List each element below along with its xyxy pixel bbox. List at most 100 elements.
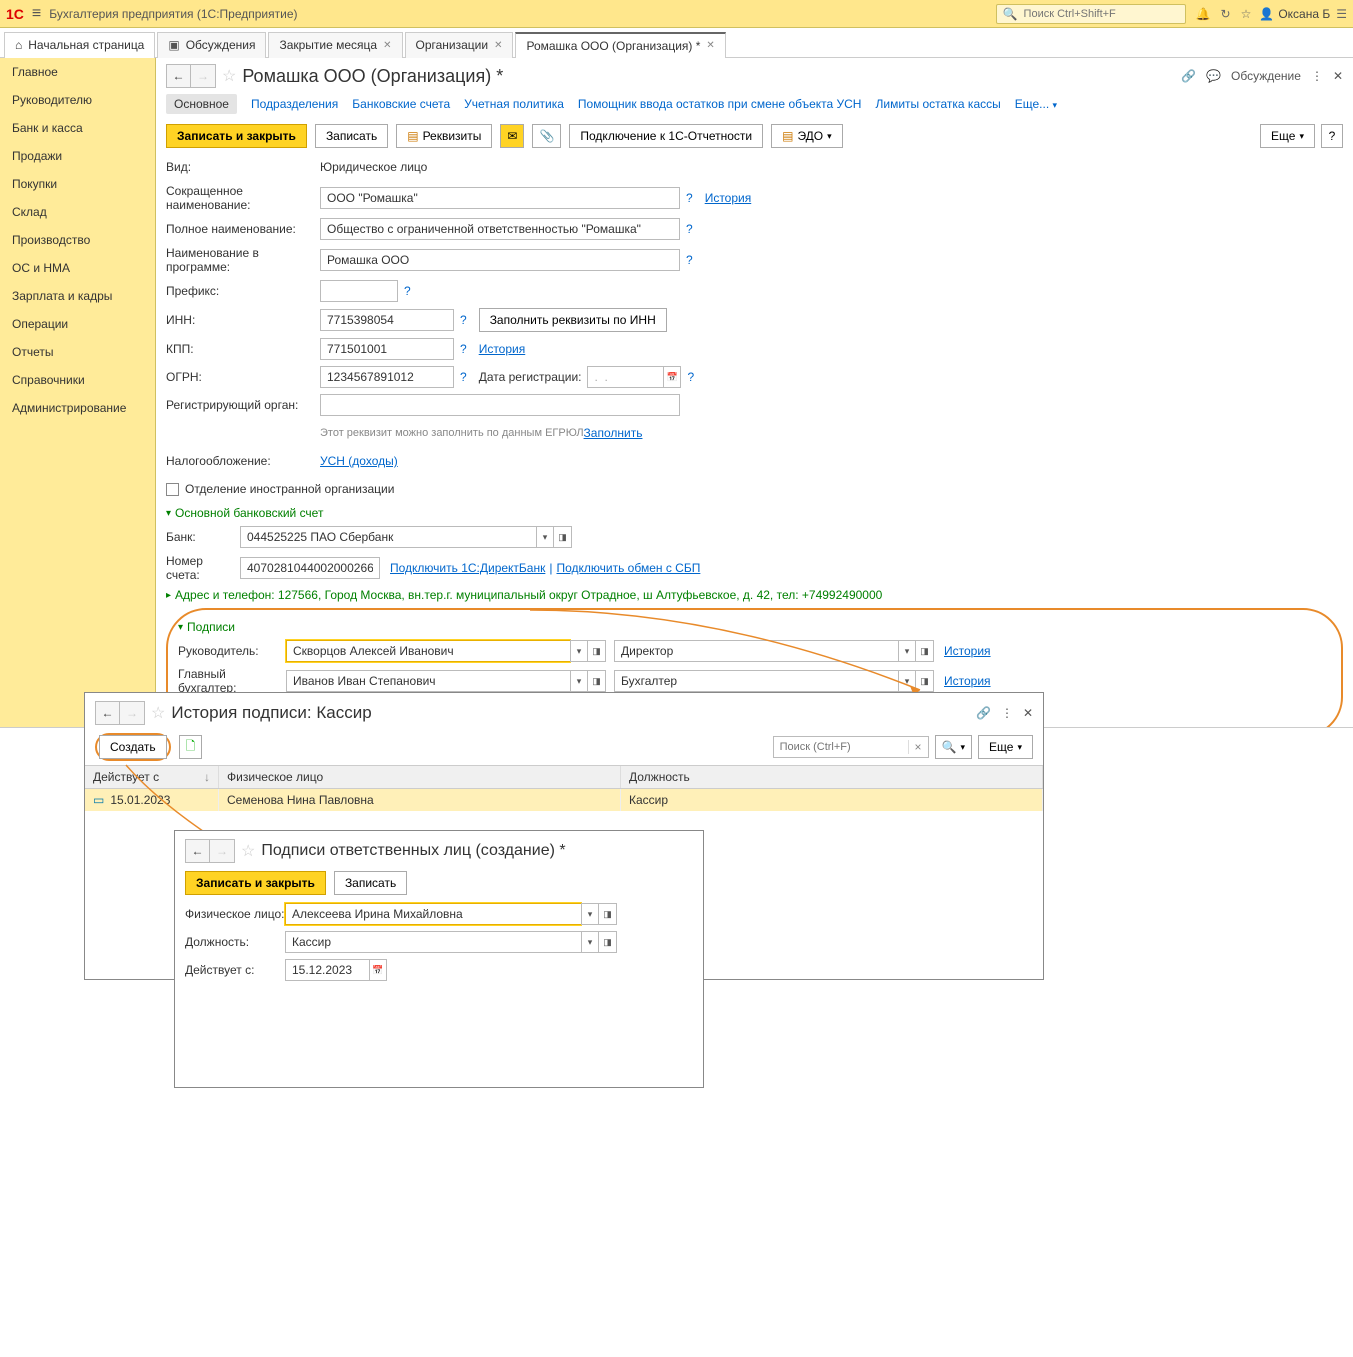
bell-icon[interactable]: 🔔 <box>1196 7 1211 21</box>
history-icon[interactable]: ↻ <box>1221 7 1231 21</box>
favorite-icon[interactable]: ☆ <box>222 66 236 86</box>
global-search-input[interactable] <box>1022 7 1179 21</box>
full-name-input[interactable] <box>320 218 680 240</box>
sidebar-item-reports[interactable]: Отчеты <box>0 338 155 366</box>
create-button[interactable]: Создать <box>99 735 167 759</box>
refresh-button[interactable]: 🗋 <box>179 735 203 759</box>
chevron-down-icon[interactable]: ▾ <box>581 903 599 925</box>
inn-input[interactable] <box>320 309 454 331</box>
forward-button[interactable]: → <box>120 702 144 724</box>
signs-section-header[interactable]: Подписи <box>178 620 1331 634</box>
forward-button[interactable]: → <box>210 840 234 862</box>
clear-icon[interactable]: × <box>908 740 928 754</box>
user-menu[interactable]: 👤 Оксана Б <box>1259 7 1330 21</box>
history-link[interactable]: История <box>479 342 526 356</box>
global-search[interactable]: 🔍 <box>996 4 1186 24</box>
sidebar-item-sales[interactable]: Продажи <box>0 142 155 170</box>
more-button[interactable]: Еще ▾ <box>1260 124 1315 148</box>
chevron-down-icon[interactable]: ▾ <box>581 931 599 953</box>
foreign-checkbox[interactable] <box>166 483 179 496</box>
history-link[interactable]: История <box>944 674 991 688</box>
calendar-icon[interactable]: 📅 <box>663 366 681 388</box>
help-icon[interactable]: ? <box>404 284 411 298</box>
kebab-icon[interactable]: ⋮ <box>1001 706 1013 720</box>
regdate-input[interactable] <box>587 366 663 388</box>
save-button[interactable]: Записать <box>334 871 407 895</box>
open-icon[interactable]: ◨ <box>599 931 617 953</box>
col-fio[interactable]: Физическое лицо <box>219 766 621 788</box>
history-link[interactable]: История <box>705 191 752 205</box>
forward-button[interactable]: → <box>191 65 215 87</box>
prog-name-input[interactable] <box>320 249 680 271</box>
help-icon[interactable]: ? <box>460 342 467 356</box>
sidebar-item-main[interactable]: Главное <box>0 58 155 86</box>
more-button[interactable]: Еще ▾ <box>978 735 1033 759</box>
address-section-header[interactable]: Адрес и телефон: 127566, Город Москва, в… <box>166 588 1343 602</box>
chevron-down-icon[interactable]: ▾ <box>898 670 916 692</box>
subtab-bank[interactable]: Банковские счета <box>352 97 450 111</box>
directbank-link[interactable]: Подключить 1С:ДиректБанк <box>390 561 545 575</box>
subtab-units[interactable]: Подразделения <box>251 97 338 111</box>
back-button[interactable]: ← <box>96 702 120 724</box>
attach-button[interactable]: 📎 <box>532 124 561 148</box>
rekvizity-button[interactable]: ▤Реквизиты <box>396 124 492 148</box>
mail-button[interactable]: ✉ <box>500 124 524 148</box>
discuss-link[interactable]: Обсуждение <box>1231 69 1301 83</box>
date-input[interactable] <box>285 959 369 981</box>
star-icon[interactable]: ☆ <box>1241 7 1252 21</box>
sidebar-item-purchases[interactable]: Покупки <box>0 170 155 198</box>
fill-inn-button[interactable]: Заполнить реквизиты по ИНН <box>479 308 667 332</box>
back-button[interactable]: ← <box>167 65 191 87</box>
help-icon[interactable]: ? <box>460 370 467 384</box>
short-name-input[interactable] <box>320 187 680 209</box>
fill-link[interactable]: Заполнить <box>584 426 643 440</box>
acc-input[interactable] <box>286 670 570 692</box>
chevron-down-icon[interactable]: ▾ <box>898 640 916 662</box>
sidebar-item-manager[interactable]: Руководителю <box>0 86 155 114</box>
head-pos-input[interactable] <box>614 640 898 662</box>
link-icon[interactable]: 🔗 <box>1181 69 1196 83</box>
close-icon[interactable]: ✕ <box>383 40 391 51</box>
help-icon[interactable]: ? <box>686 253 693 267</box>
table-row[interactable]: ▭15.01.2023 Семенова Нина Павловна Касси… <box>85 789 1043 811</box>
help-button[interactable]: ? <box>1321 124 1343 148</box>
open-icon[interactable]: ◨ <box>916 640 934 662</box>
close-icon[interactable]: ✕ <box>494 40 502 51</box>
open-icon[interactable]: ◨ <box>916 670 934 692</box>
kpp-input[interactable] <box>320 338 454 360</box>
bank-input[interactable] <box>240 526 536 548</box>
tab-current-org[interactable]: Ромашка ООО (Организация) * ✕ <box>515 32 725 58</box>
sidebar-item-production[interactable]: Производство <box>0 226 155 254</box>
kebab-icon[interactable]: ⋮ <box>1311 69 1323 83</box>
sidebar-item-os[interactable]: ОС и НМА <box>0 254 155 282</box>
chevron-down-icon[interactable]: ▾ <box>570 670 588 692</box>
sidebar-item-salary[interactable]: Зарплата и кадры <box>0 282 155 310</box>
col-pos[interactable]: Должность <box>621 766 1043 788</box>
connect-button[interactable]: Подключение к 1С-Отчетности <box>569 124 763 148</box>
close-icon[interactable]: ✕ <box>1333 69 1343 83</box>
acc-pos-input[interactable] <box>614 670 898 692</box>
hamburger-icon[interactable]: ≡ <box>32 5 41 23</box>
acc-input[interactable] <box>240 557 380 579</box>
save-close-button[interactable]: Записать и закрыть <box>166 124 307 148</box>
sidebar-item-storage[interactable]: Склад <box>0 198 155 226</box>
subtab-main[interactable]: Основное <box>166 94 237 114</box>
menu-icon[interactable]: ☰ <box>1336 7 1347 21</box>
open-icon[interactable]: ◨ <box>588 640 606 662</box>
history-link[interactable]: История <box>944 644 991 658</box>
reg-org-input[interactable] <box>320 394 680 416</box>
save-close-button[interactable]: Записать и закрыть <box>185 871 326 895</box>
open-icon[interactable]: ◨ <box>554 526 572 548</box>
bank-section-header[interactable]: Основной банковский счет <box>166 506 1343 520</box>
col-date[interactable]: Действует с ↓ <box>85 766 219 788</box>
tab-discussions[interactable]: ▣ Обсуждения <box>157 32 266 58</box>
tab-close-month[interactable]: Закрытие месяца ✕ <box>268 32 402 58</box>
fio-input[interactable] <box>285 903 581 925</box>
chevron-down-icon[interactable]: ▾ <box>570 640 588 662</box>
link-icon[interactable]: 🔗 <box>976 706 991 720</box>
tab-home[interactable]: ⌂ Начальная страница <box>4 32 155 58</box>
help-icon[interactable]: ? <box>686 222 693 236</box>
subtab-helper[interactable]: Помощник ввода остатков при смене объект… <box>578 97 862 111</box>
ogrn-input[interactable] <box>320 366 454 388</box>
save-button[interactable]: Записать <box>315 124 388 148</box>
